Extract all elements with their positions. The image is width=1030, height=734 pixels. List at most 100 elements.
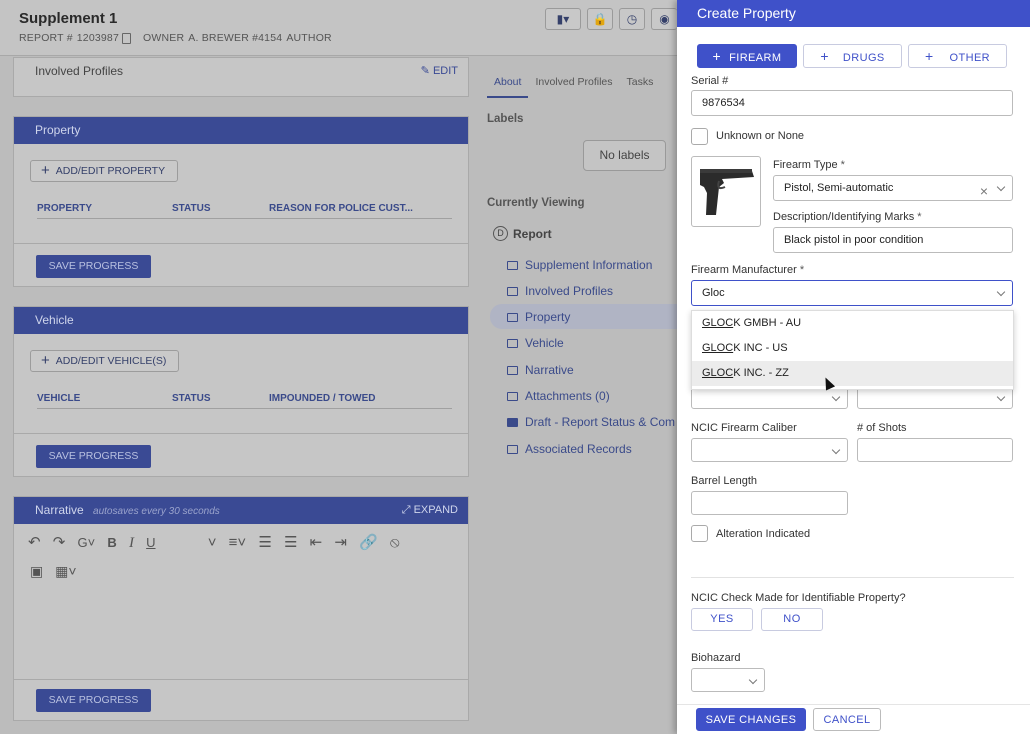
manufacturer-value: Gloc	[702, 287, 725, 299]
vehicle-save-progress-button[interactable]: SAVE PROGRESS	[36, 445, 151, 468]
nav-item-vehicle[interactable]: Vehicle	[507, 336, 564, 350]
description-input[interactable]: Black pistol in poor condition	[773, 227, 1013, 253]
narrative-card: Narrative autosaves every 30 seconds ⤢ E…	[13, 496, 469, 721]
drugs-label: DRUGS	[842, 52, 885, 64]
firearm-type-label: Firearm Type *	[773, 159, 845, 171]
table-icon[interactable]: ▦˅	[55, 563, 76, 579]
tab-involved-profiles[interactable]: Involved Profiles	[528, 72, 619, 98]
section-icon	[507, 418, 518, 427]
underline-icon[interactable]: U	[146, 535, 155, 550]
chevron-down-icon	[831, 445, 841, 455]
redo-icon[interactable]: ↷	[53, 534, 66, 551]
edit-button[interactable]: ✎ EDIT	[421, 58, 458, 85]
divider	[691, 577, 1014, 578]
align-icon[interactable]: ≡˅	[229, 534, 247, 551]
outdent-icon[interactable]: ⇤	[310, 534, 323, 551]
bullet-list-icon[interactable]: ☰	[284, 534, 297, 551]
manufacturer-dropdown: GLOCK GMBH - AU GLOCK INC - US GLOCK INC…	[691, 310, 1014, 390]
binoculars-icon[interactable]: ◉	[651, 8, 677, 30]
chevron-down-icon	[996, 392, 1006, 402]
nav-label: Vehicle	[525, 336, 564, 350]
nav-label: Draft - Report Status & Com	[525, 415, 676, 429]
serial-input[interactable]: 9876534	[691, 90, 1013, 116]
firearm-type-select[interactable]: Pistol, Semi-automatic ×	[773, 175, 1013, 201]
ordered-list-icon[interactable]: ☰	[258, 534, 271, 551]
add-edit-vehicle-button[interactable]: + ADD/EDIT VEHICLE(S)	[30, 350, 180, 372]
report-number: 1203987	[76, 32, 120, 44]
column-reason: REASON FOR POLICE CUST...	[269, 203, 413, 214]
undo-icon[interactable]: ↶	[28, 534, 41, 551]
history-icon[interactable]: ◷	[619, 8, 645, 30]
editor-toolbar: ↶ ↷ G˅ B I U ˅ ≡˅ ☰ ☰ ⇤ ⇥ 🔗 ⦸	[28, 533, 400, 552]
nav-item-supplement-information[interactable]: Supplement Information	[507, 258, 652, 272]
clear-icon[interactable]: ×	[980, 179, 988, 203]
bold-icon[interactable]: B	[107, 535, 116, 550]
editor-toolbar-row2: ▣ ▦˅	[30, 563, 77, 580]
expand-button[interactable]: ⤢ EXPAND	[402, 497, 458, 524]
template-menu-button[interactable]: ▮▾	[545, 8, 581, 30]
copy-icon[interactable]	[122, 32, 132, 44]
option-text: K INC. - ZZ	[733, 367, 789, 379]
ncic-no-button[interactable]: NO	[761, 608, 823, 631]
nav-item-involved-profiles[interactable]: Involved Profiles	[507, 284, 613, 298]
image-icon[interactable]: ▣	[30, 563, 43, 579]
dropdown-option[interactable]: GLOCK GMBH - AU	[692, 311, 1013, 336]
dropdown-option[interactable]: GLOCK INC - US	[692, 336, 1013, 361]
dropdown-option[interactable]: GLOCK INC. - ZZ	[692, 361, 1013, 386]
unlink-icon[interactable]: ⦸	[390, 534, 400, 551]
match-text: GLOC	[702, 317, 734, 329]
add-edit-property-button[interactable]: + ADD/EDIT PROPERTY	[30, 160, 179, 182]
link-icon[interactable]: 🔗	[359, 534, 378, 551]
section-icon	[507, 445, 518, 454]
narrative-save-progress-button[interactable]: SAVE PROGRESS	[36, 689, 151, 712]
chevron-down-icon	[748, 675, 758, 685]
barrel-length-input[interactable]	[691, 491, 848, 515]
property-save-progress-button[interactable]: SAVE PROGRESS	[36, 255, 151, 278]
nav-label: Narrative	[525, 363, 574, 377]
nav-label: Involved Profiles	[525, 284, 614, 298]
report-node[interactable]: D Report	[493, 226, 552, 241]
nav-item-associated-records[interactable]: Associated Records	[507, 442, 632, 456]
shots-label: # of Shots	[857, 422, 907, 434]
shots-input[interactable]	[857, 438, 1013, 462]
nav-item-narrative[interactable]: Narrative	[507, 363, 574, 377]
pistol-icon	[700, 169, 754, 215]
save-changes-button[interactable]: SAVE CHANGES	[696, 708, 806, 731]
plus-icon: +	[820, 48, 829, 64]
font-menu-icon[interactable]: G˅	[78, 535, 96, 550]
drugs-type-button[interactable]: + DRUGS	[803, 44, 902, 68]
biohazard-label: Biohazard	[691, 652, 741, 664]
draft-badge: D	[493, 226, 508, 241]
involved-profiles-header: Involved Profiles ✎ EDIT	[14, 58, 468, 85]
indent-icon[interactable]: ⇥	[334, 534, 347, 551]
firearm-type-button[interactable]: + FIREARM	[697, 44, 797, 68]
lock-icon[interactable]: 🔒	[587, 8, 613, 30]
nav-label: Associated Records	[525, 442, 632, 456]
unknown-checkbox[interactable]	[691, 128, 708, 145]
caliber-select[interactable]	[691, 438, 848, 462]
ncic-yes-button[interactable]: YES	[691, 608, 753, 631]
section-icon	[507, 366, 518, 375]
size-menu-icon[interactable]: ˅	[208, 534, 217, 551]
no-labels-button[interactable]: No labels	[583, 140, 666, 171]
cancel-button[interactable]: CANCEL	[813, 708, 881, 731]
nav-item-draft-report-status[interactable]: Draft - Report Status & Com	[507, 415, 675, 429]
involved-profiles-title: Involved Profiles	[35, 64, 124, 78]
italic-icon[interactable]: I	[129, 535, 134, 551]
nav-item-attachments[interactable]: Attachments (0)	[507, 389, 610, 403]
expand-label: EXPAND	[413, 504, 458, 516]
other-type-button[interactable]: + OTHER	[908, 44, 1007, 68]
narrative-title: Narrative	[35, 503, 84, 517]
firearm-label: FIREARM	[729, 52, 782, 64]
report-node-label: Report	[513, 226, 552, 241]
tab-tasks[interactable]: Tasks	[620, 72, 661, 98]
manufacturer-input[interactable]: Gloc	[691, 280, 1013, 306]
manufacturer-label: Firearm Manufacturer *	[691, 264, 804, 276]
required-marker: *	[917, 211, 922, 223]
plus-icon: +	[41, 162, 50, 179]
plus-icon: +	[41, 352, 50, 369]
tab-about[interactable]: About	[487, 72, 529, 98]
nav-item-property[interactable]: Property	[507, 310, 570, 324]
alteration-checkbox[interactable]	[691, 525, 708, 542]
biohazard-select[interactable]	[691, 668, 765, 692]
